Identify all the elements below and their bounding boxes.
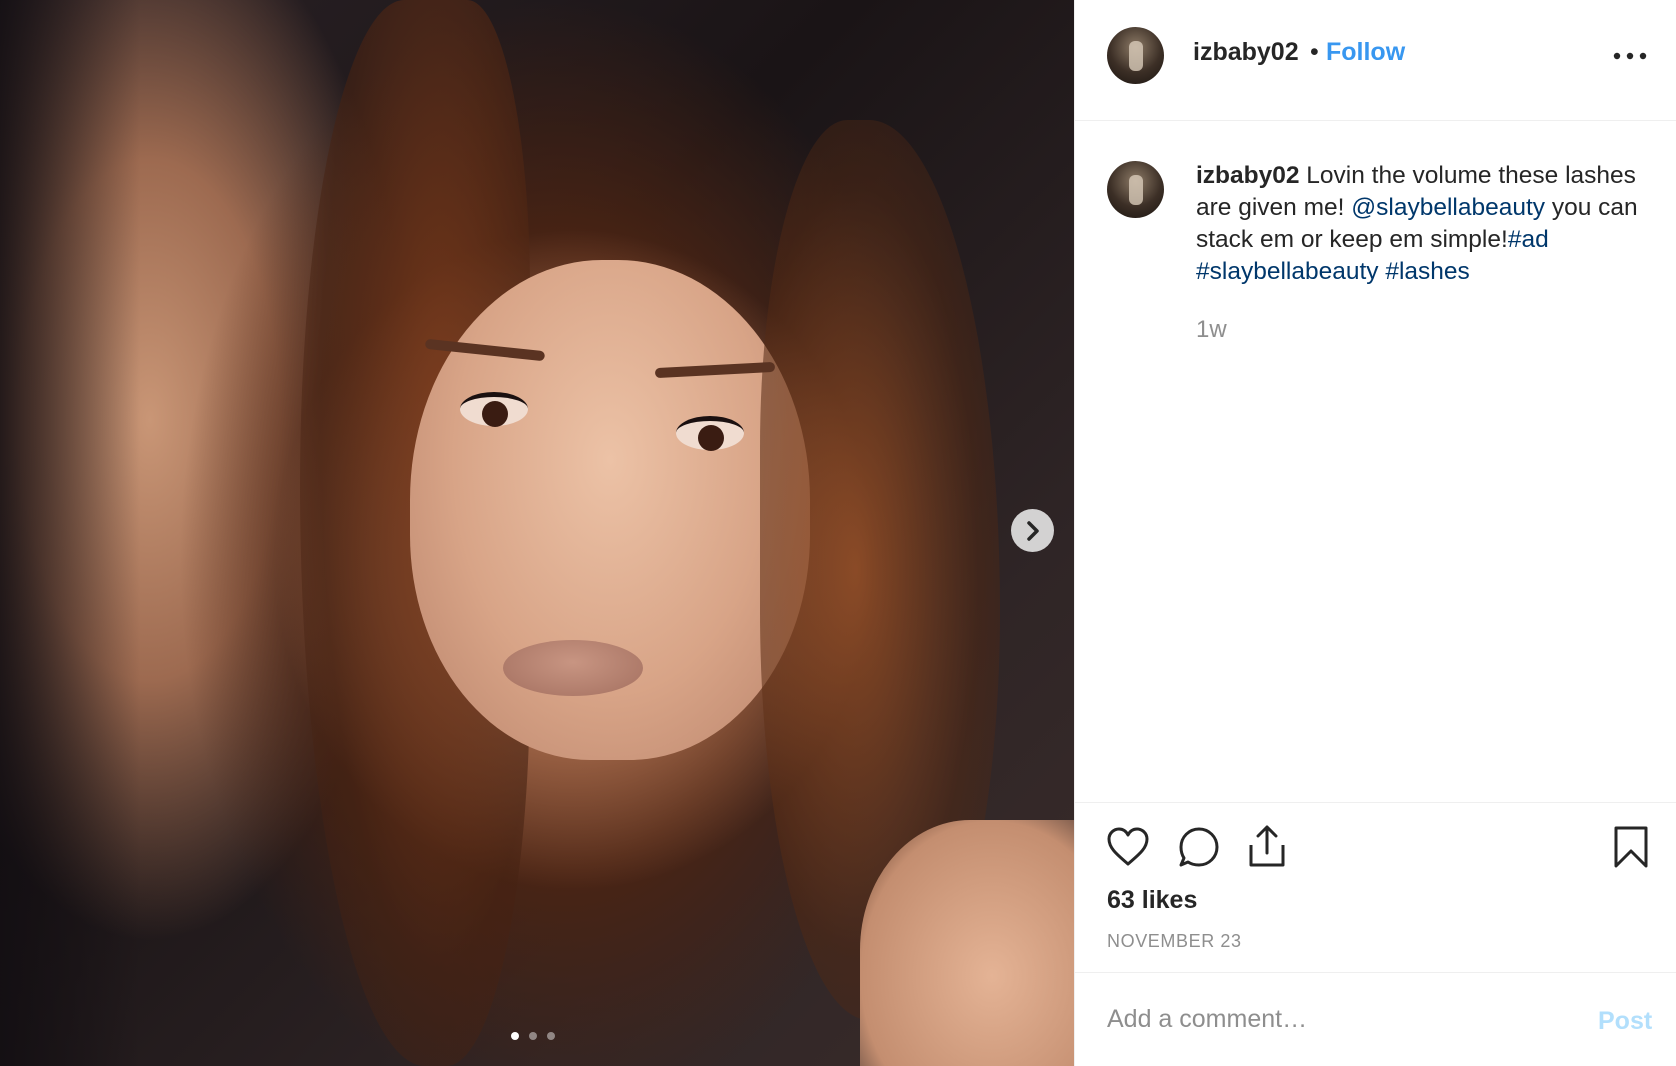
caption-username-link[interactable]: izbaby02 (1196, 162, 1300, 189)
mention-link[interactable]: @slaybellabeauty (1351, 194, 1545, 221)
more-options-icon[interactable] (1610, 44, 1650, 68)
photo-shadow (0, 0, 140, 1066)
carousel-indicator (511, 1032, 555, 1040)
post-header: izbaby02 • Follow (1075, 0, 1676, 121)
avatar[interactable] (1107, 27, 1164, 84)
hashtag-link[interactable]: #lashes (1385, 258, 1469, 285)
header-separator: • (1310, 38, 1319, 66)
hashtag-link[interactable]: #slaybellabeauty (1196, 258, 1379, 285)
header-username-link[interactable]: izbaby02 (1193, 38, 1299, 67)
comment-icon[interactable] (1177, 825, 1221, 869)
hashtag-link[interactable]: #ad (1508, 226, 1549, 253)
caption-text: izbaby02 Lovin the volume these lashes a… (1196, 160, 1656, 288)
bookmark-icon[interactable] (1613, 825, 1649, 869)
photo-eye-right (676, 416, 744, 451)
post-photo[interactable] (0, 0, 1074, 1066)
next-photo-button[interactable] (1011, 509, 1054, 552)
photo-eye-left (460, 392, 528, 427)
carousel-dot (511, 1032, 519, 1040)
post-side-panel: izbaby02 • Follow izbaby02 Lovin the vol… (1074, 0, 1676, 1066)
comment-section: Post (1075, 972, 1676, 1066)
heart-icon[interactable] (1105, 825, 1151, 867)
share-icon[interactable] (1247, 823, 1287, 869)
caption-avatar[interactable] (1107, 161, 1164, 218)
post-date[interactable]: NOVEMBER 23 (1107, 931, 1242, 952)
photo-lips (503, 640, 643, 696)
carousel-dot (529, 1032, 537, 1040)
photo-shoulder (860, 820, 1074, 1066)
chevron-right-icon (1026, 520, 1039, 541)
comment-input[interactable] (1107, 999, 1577, 1039)
post-actions: 63 likes NOVEMBER 23 (1075, 802, 1676, 972)
caption-timestamp[interactable]: 1w (1196, 316, 1227, 344)
post-comment-button[interactable]: Post (1598, 1007, 1652, 1036)
likes-count[interactable]: 63 likes (1107, 886, 1197, 915)
follow-button[interactable]: Follow (1326, 38, 1405, 67)
carousel-dot (547, 1032, 555, 1040)
